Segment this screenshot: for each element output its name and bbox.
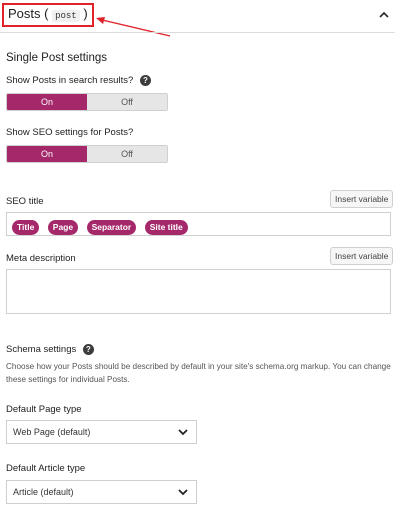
meta-description-insert-variable-button[interactable]: Insert variable [330,247,394,265]
variable-pill-page[interactable]: Page [47,220,79,235]
default-page-type-value: Web Page (default) [13,427,91,437]
annotation-highlight-box [2,3,94,27]
schema-settings-text: Schema settings [6,344,77,356]
default-page-type-label: Default Page type [6,404,82,415]
show-seo-settings-toggle[interactable]: On Off [6,145,168,163]
toggle-on-option[interactable]: On [7,146,87,162]
single-post-settings-heading: Single Post settings [6,52,108,64]
help-icon[interactable]: ? [82,344,94,355]
default-article-type-label: Default Article type [6,463,86,474]
default-article-type-value: Article (default) [13,487,74,497]
variable-pill-title[interactable]: Title [12,220,40,235]
seo-title-label: SEO title [6,196,44,207]
meta-description-input[interactable] [6,269,391,314]
seo-title-insert-variable-button[interactable]: Insert variable [330,190,394,208]
variable-pill-site-title[interactable]: Site title [144,220,188,235]
default-article-type-select[interactable]: Article (default) [6,480,197,504]
show-in-search-label: Show Posts in search results? ? [6,75,151,86]
annotation-arrow-icon [96,17,171,37]
variable-pill-separator[interactable]: Separator [86,220,137,235]
schema-description: Choose how your Posts should be describe… [6,362,391,384]
seo-title-input[interactable]: Title Page Separator Site title [6,212,391,236]
show-seo-settings-label: Show SEO settings for Posts? [6,127,134,138]
chevron-up-icon[interactable] [377,8,391,22]
toggle-off-option[interactable]: Off [87,94,167,110]
chevron-down-icon [178,489,188,496]
toggle-on-option[interactable]: On [7,94,87,110]
chevron-down-icon [178,429,188,436]
show-in-search-text: Show Posts in search results? [6,75,134,87]
toggle-off-option[interactable]: Off [87,146,167,162]
help-icon[interactable]: ? [139,75,151,86]
header-divider [0,32,395,33]
schema-settings-heading: Schema settings ? [6,344,94,355]
meta-description-label: Meta description [6,253,76,264]
default-page-type-select[interactable]: Web Page (default) [6,420,197,444]
show-in-search-toggle[interactable]: On Off [6,93,168,111]
